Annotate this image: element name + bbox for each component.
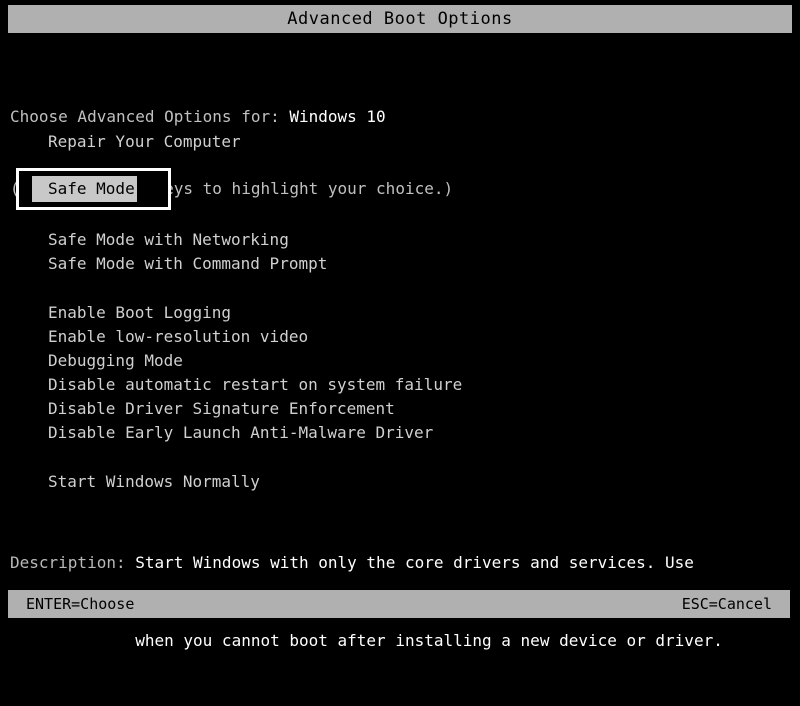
- description-line-1: Description: Start Windows with only the…: [10, 550, 723, 576]
- footer-bar: ENTER=Choose ESC=Cancel: [8, 590, 790, 618]
- os-prompt-prefix: Choose Advanced Options for:: [10, 107, 290, 126]
- menu-item-enable-boot-logging[interactable]: Enable Boot Logging: [0, 301, 800, 325]
- page-title: Advanced Boot Options: [287, 9, 513, 29]
- menu-group-gap: [0, 445, 800, 470]
- menu-item-debugging-mode[interactable]: Debugging Mode: [0, 349, 800, 373]
- menu-item-safe-mode[interactable]: Safe Mode: [0, 168, 800, 210]
- selection-box-gap: [0, 203, 800, 228]
- menu-item-disable-early-launch-anti-malware-driver[interactable]: Disable Early Launch Anti-Malware Driver: [0, 421, 800, 445]
- menu-item-disable-driver-signature-enforcement[interactable]: Disable Driver Signature Enforcement: [0, 397, 800, 421]
- menu-item-repair-your-computer[interactable]: Repair Your Computer: [0, 130, 800, 154]
- description-text-2: when you cannot boot after installing a …: [135, 631, 723, 650]
- menu-item-enable-low-resolution-video[interactable]: Enable low-resolution video: [0, 325, 800, 349]
- menu-item-safe-mode-with-command-prompt[interactable]: Safe Mode with Command Prompt: [0, 252, 800, 276]
- menu-item-disable-automatic-restart[interactable]: Disable automatic restart on system fail…: [0, 373, 800, 397]
- boot-options-screen: Advanced Boot Options Choose Advanced Op…: [0, 0, 800, 650]
- menu-item-safe-mode-label: Safe Mode: [32, 176, 137, 202]
- window-title-bar: Advanced Boot Options: [8, 5, 792, 33]
- description-label: Description:: [10, 553, 136, 572]
- menu-group-gap: [0, 276, 800, 301]
- os-name: Windows 10: [289, 107, 386, 126]
- menu-item-safe-mode-with-networking[interactable]: Safe Mode with Networking: [0, 228, 800, 252]
- boot-options-menu: Repair Your Computer Safe Mode Safe Mode…: [0, 130, 800, 494]
- description-text-1: Start Windows with only the core drivers…: [135, 553, 694, 572]
- footer-enter-hint[interactable]: ENTER=Choose: [26, 595, 134, 613]
- menu-item-start-windows-normally[interactable]: Start Windows Normally: [0, 470, 800, 494]
- description-line-2: Description: when you cannot boot after …: [10, 628, 723, 654]
- os-prompt-line: Choose Advanced Options for: Windows 10: [10, 105, 453, 129]
- footer-esc-hint[interactable]: ESC=Cancel: [682, 595, 772, 613]
